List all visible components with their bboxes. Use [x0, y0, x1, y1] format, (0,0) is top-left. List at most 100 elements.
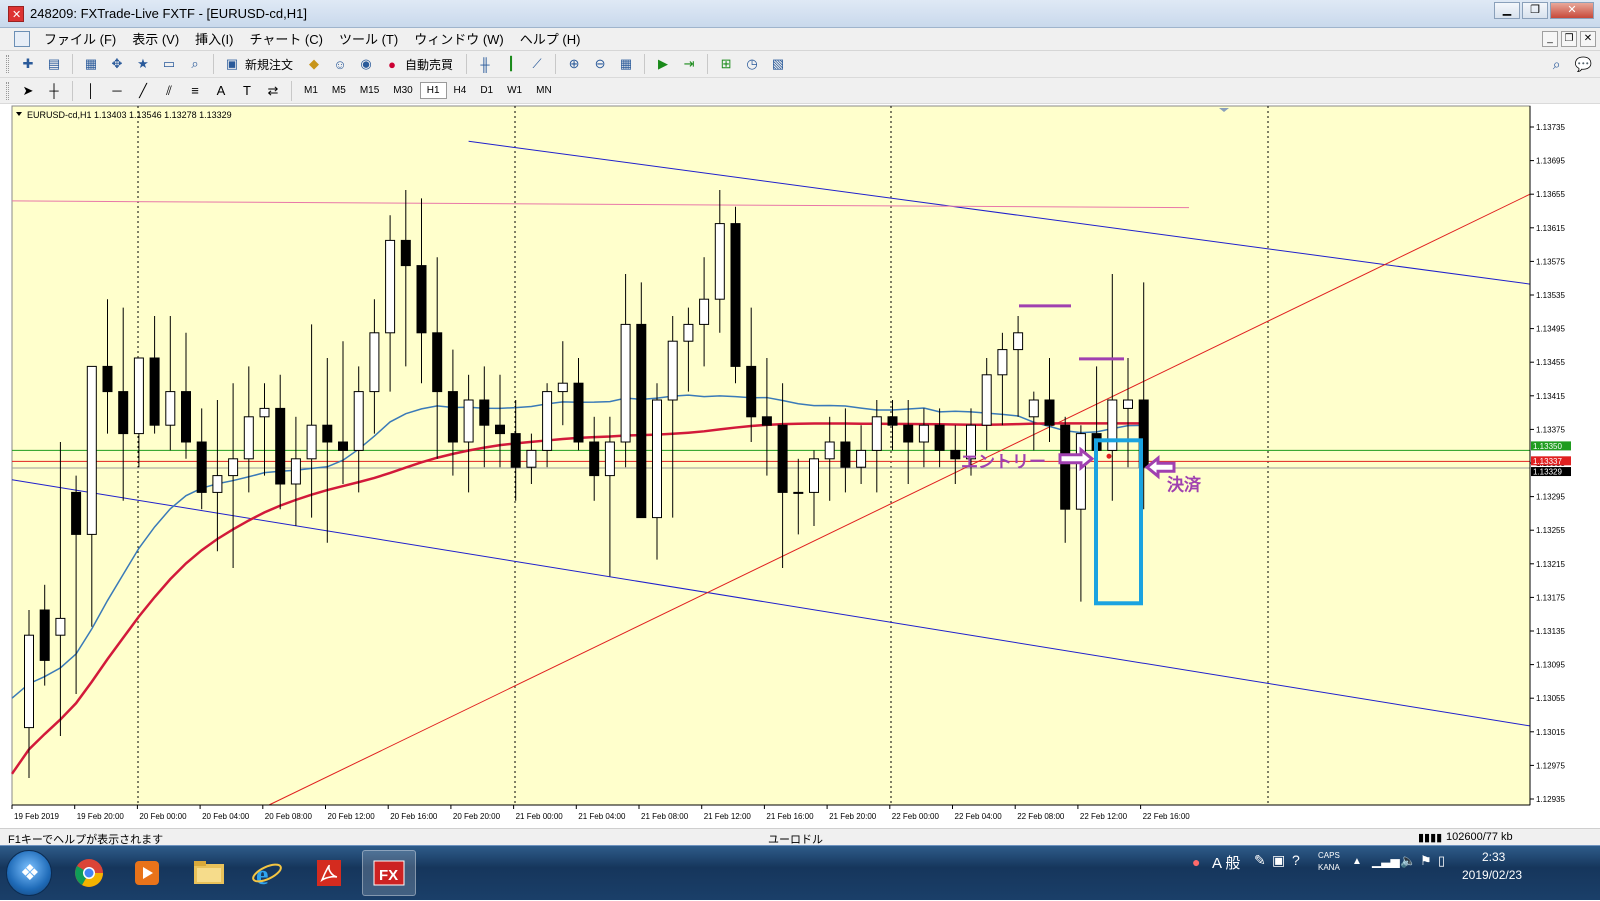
bearish-candle[interactable]: [730, 223, 741, 367]
close-button[interactable]: ✕: [1550, 2, 1594, 19]
bullish-candle[interactable]: [24, 634, 34, 729]
timeframe-m1[interactable]: M1: [297, 82, 325, 99]
new-order-icon[interactable]: ▣: [223, 55, 241, 73]
timeframe-m15[interactable]: M15: [353, 82, 386, 99]
internet-explorer-taskbar-icon[interactable]: e: [240, 850, 294, 896]
chart-shift-icon[interactable]: ⇥: [680, 55, 698, 73]
bullish-candle[interactable]: [1075, 433, 1086, 510]
profiles-icon[interactable]: ▤: [45, 55, 63, 73]
bullish-candle[interactable]: [604, 441, 615, 477]
bearish-candle[interactable]: [761, 416, 772, 426]
search-icon[interactable]: ⌕: [1553, 56, 1561, 73]
bullish-candle[interactable]: [133, 357, 144, 435]
text-label-icon[interactable]: T: [238, 82, 256, 100]
fibonacci-icon[interactable]: ≡: [186, 82, 204, 100]
bearish-candle[interactable]: [432, 332, 443, 393]
indicators-icon[interactable]: ⊞: [717, 55, 735, 73]
auto-scroll-icon[interactable]: ▶: [654, 55, 672, 73]
explorer-taskbar-icon[interactable]: [182, 850, 236, 896]
ime-indicator[interactable]: A 般: [1212, 852, 1240, 873]
bullish-candle[interactable]: [212, 475, 223, 493]
bullish-candle[interactable]: [526, 449, 537, 468]
maximize-button[interactable]: ❐: [1522, 2, 1548, 19]
price-axis[interactable]: 1.13735 1.13695 1.13655 1.13615 1.13575 1.135…: [1529, 106, 1571, 805]
bullish-candle[interactable]: [165, 391, 176, 426]
clock-time[interactable]: 2:33: [1482, 850, 1505, 864]
bearish-candle[interactable]: [840, 441, 851, 468]
bullish-candle[interactable]: [824, 441, 835, 460]
menu-charts[interactable]: チャート (C): [241, 28, 331, 51]
toolbar-grip[interactable]: [6, 55, 9, 73]
bullish-candle[interactable]: [793, 491, 804, 494]
bullish-candle[interactable]: [86, 365, 97, 535]
market-icon[interactable]: ◉: [357, 55, 375, 73]
mdi-minimize-button[interactable]: _: [1542, 31, 1558, 47]
bullish-candle[interactable]: [714, 223, 725, 300]
bullish-candle[interactable]: [1013, 332, 1024, 351]
line-chart-icon[interactable]: ⟋: [528, 55, 546, 73]
auto-trading-button[interactable]: 自動売買: [405, 56, 453, 73]
bearish-candle[interactable]: [39, 609, 50, 661]
bearish-candle[interactable]: [589, 441, 600, 477]
bullish-candle[interactable]: [809, 458, 819, 493]
chat-icon[interactable]: 💬: [1575, 56, 1592, 73]
help-icon[interactable]: ?: [1292, 852, 1300, 868]
timeframe-h1[interactable]: H1: [419, 82, 447, 99]
bullish-candle[interactable]: [856, 449, 867, 468]
bearish-candle[interactable]: [196, 441, 207, 493]
bullish-candle[interactable]: [557, 382, 568, 393]
power-icon[interactable]: ▯: [1438, 853, 1445, 869]
templates-icon[interactable]: ▧: [769, 55, 787, 73]
bullish-candle[interactable]: [667, 340, 678, 401]
bullish-candle[interactable]: [652, 399, 662, 519]
cursor-icon[interactable]: ➤: [19, 82, 37, 100]
bullish-candle[interactable]: [1123, 399, 1133, 409]
bullish-candle[interactable]: [463, 399, 474, 443]
bullish-candle[interactable]: [369, 332, 380, 393]
bearish-candle[interactable]: [102, 365, 113, 393]
vertical-line-icon[interactable]: │: [82, 82, 100, 100]
menu-help[interactable]: ヘルプ (H): [512, 28, 589, 51]
bearish-candle[interactable]: [510, 433, 521, 468]
bearish-candle[interactable]: [887, 416, 898, 426]
bearish-candle[interactable]: [447, 391, 458, 443]
bearish-candle[interactable]: [479, 399, 490, 426]
timeframe-d1[interactable]: D1: [473, 82, 500, 99]
bullish-candle[interactable]: [290, 458, 301, 485]
chrome-taskbar-icon[interactable]: [62, 850, 116, 896]
new-chart-icon[interactable]: ✚: [19, 55, 37, 73]
periods-icon[interactable]: ◷: [743, 55, 761, 73]
arrows-icon[interactable]: ⇄: [264, 82, 282, 100]
bearish-candle[interactable]: [573, 382, 584, 443]
start-button[interactable]: [6, 850, 52, 896]
trendline-icon[interactable]: ╱: [134, 82, 152, 100]
price-chart[interactable]: エントリー決済 1.137351.136951.136551.136151.13…: [9, 105, 1600, 825]
bullish-candle[interactable]: [871, 416, 882, 451]
bearish-candle[interactable]: [950, 449, 961, 460]
acrobat-taskbar-icon[interactable]: [302, 850, 356, 896]
bearish-candle[interactable]: [636, 323, 647, 519]
zoom-out-icon[interactable]: ⊖: [591, 55, 609, 73]
minimize-button[interactable]: ▁: [1494, 2, 1520, 19]
timeframe-m5[interactable]: M5: [325, 82, 353, 99]
candlestick-icon[interactable]: ┃: [502, 55, 520, 73]
channel-icon[interactable]: ⫽: [160, 82, 178, 100]
tile-windows-icon[interactable]: ▦: [617, 55, 635, 73]
bearish-candle[interactable]: [495, 424, 505, 435]
market-watch-icon[interactable]: ▦: [82, 55, 100, 73]
bearish-candle[interactable]: [338, 441, 348, 451]
bullish-candle[interactable]: [683, 323, 694, 342]
bullish-candle[interactable]: [620, 323, 631, 443]
bearish-candle[interactable]: [934, 424, 945, 451]
signals-icon[interactable]: ☺: [331, 55, 349, 73]
text-icon[interactable]: A: [212, 82, 230, 100]
network-icon[interactable]: ▁▃▅: [1372, 854, 1400, 868]
bearish-candle[interactable]: [777, 424, 788, 493]
title-bar[interactable]: 248209: FXTrade-Live FXTF - [EURUSD-cd,H…: [0, 0, 1600, 28]
bearish-candle[interactable]: [322, 424, 333, 443]
timeframe-mn[interactable]: MN: [529, 82, 559, 99]
bar-chart-icon[interactable]: ╫: [476, 55, 494, 73]
new-order-button[interactable]: 新規注文: [245, 56, 293, 73]
menu-insert[interactable]: 挿入(I): [187, 28, 241, 51]
bearish-candle[interactable]: [746, 365, 757, 418]
